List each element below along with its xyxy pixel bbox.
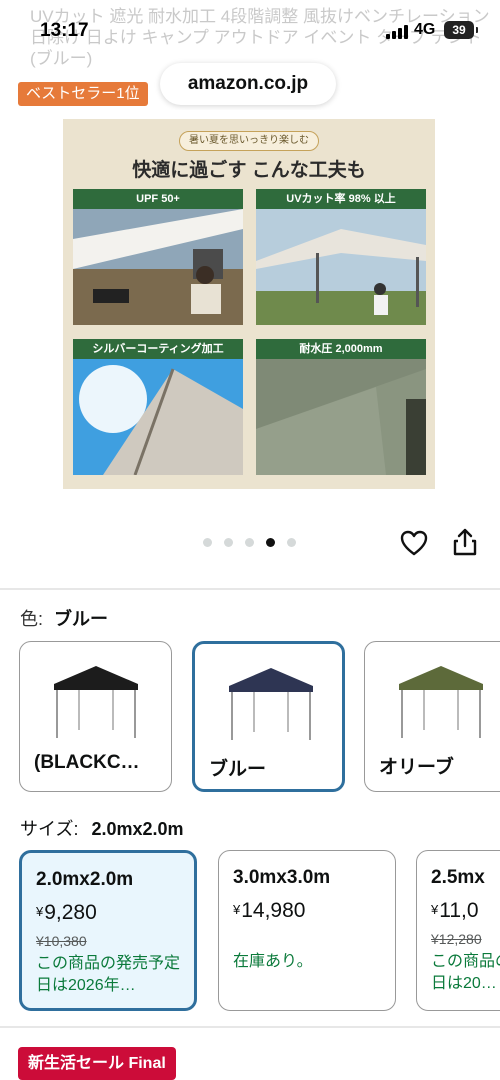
size-option-label: 3.0mx3.0m <box>233 867 331 888</box>
feature-panel-upf: UPF 50+ <box>73 189 243 325</box>
color-option-black[interactable]: (BLACKC… <box>19 641 172 792</box>
color-selection-label: 色: ブルー <box>20 605 108 631</box>
color-option-olive[interactable]: オリーブ <box>364 641 500 792</box>
product-image[interactable]: 暑い夏を思いっきり楽しむ 快適に過ごす こんな工夫も UPF 50+ UVカット… <box>63 119 435 489</box>
top-area: UVカット 遮光 耐水加工 4段階調整 風抜けベンチレーション 日除け 日よけ … <box>0 0 500 110</box>
price-value: 9,280 <box>44 901 97 924</box>
tent-thumbnail <box>229 668 313 740</box>
size-key: サイズ: <box>20 819 79 839</box>
size-option-availability: この商品の発売予定日は2026年… <box>36 955 181 994</box>
price-value: 11,0 <box>439 899 479 922</box>
size-option-label: 2.0mx2.0m <box>36 869 134 890</box>
feature-panel-uv: UVカット率 98% 以上 <box>256 189 426 325</box>
feature-panel-silver: シルバーコーティング加工 <box>73 339 243 475</box>
bestseller-badge[interactable]: ベストセラー1位 <box>18 82 148 106</box>
size-selection-label: サイズ: 2.0mx2.0m <box>20 815 184 841</box>
color-option-label: オリーブ <box>379 757 454 778</box>
carousel-dot[interactable] <box>224 538 233 547</box>
price-value: 14,980 <box>241 899 306 922</box>
size-option-price: ¥9,280 <box>36 901 97 925</box>
size-selected-value: 2.0mx2.0m <box>91 819 184 839</box>
size-option-old-price: ¥10,380 <box>36 933 87 949</box>
carousel-dot[interactable] <box>245 538 254 547</box>
tent-thumbnail <box>399 666 483 738</box>
size-option-old-price: ¥12,280 <box>431 931 482 947</box>
section-divider <box>0 588 500 590</box>
feature-label: シルバーコーティング加工 <box>73 339 243 359</box>
carousel-dot[interactable] <box>287 538 296 547</box>
color-option-blue[interactable]: ブルー <box>192 641 345 792</box>
color-key: 色: <box>20 609 44 629</box>
network-type: 4G <box>414 21 436 38</box>
color-option-label: ブルー <box>209 759 267 780</box>
carousel-dot-active[interactable] <box>266 538 275 547</box>
status-bar: 13:17 4G 39 <box>0 18 500 46</box>
battery-icon: 39 <box>444 21 478 39</box>
signal-icon <box>386 25 408 39</box>
currency-symbol: ¥ <box>431 902 439 917</box>
sun-canopy-photo <box>73 359 243 475</box>
status-time: 13:17 <box>40 20 89 41</box>
currency-symbol: ¥ <box>36 904 44 919</box>
feature-label: 耐水圧 2,000mm <box>256 339 426 359</box>
color-selected-value: ブルー <box>54 609 109 629</box>
sale-badge: 新生活セール Final <box>18 1047 176 1080</box>
size-option-2m[interactable]: 2.0mx2.0m ¥9,280 ¥10,380 この商品の発売予定日は2026… <box>19 850 197 1011</box>
carousel-dot[interactable] <box>203 538 212 547</box>
heart-icon[interactable] <box>400 530 428 556</box>
tent-thumbnail <box>54 666 138 738</box>
size-option-label: 2.5mx <box>431 867 485 888</box>
feature-label: UPF 50+ <box>73 189 243 209</box>
url-bar[interactable]: amazon.co.jp <box>160 63 336 105</box>
share-icon[interactable] <box>452 528 478 556</box>
canopy-photo <box>256 209 426 325</box>
size-option-availability: 在庫あり。 <box>233 953 313 970</box>
hero-headline: 快適に過ごす こんな工夫も <box>132 160 366 181</box>
section-divider <box>0 1026 500 1028</box>
currency-symbol: ¥ <box>233 902 241 917</box>
size-option-price: ¥14,980 <box>233 899 305 923</box>
hero-banner: 暑い夏を思いっきり楽しむ <box>179 131 319 151</box>
size-option-price: ¥11,0 <box>431 899 479 923</box>
tent-people-photo <box>73 209 243 325</box>
feature-panel-water: 耐水圧 2,000mm <box>256 339 426 475</box>
feature-label: UVカット率 98% 以上 <box>256 189 426 209</box>
size-option-3m[interactable]: 3.0mx3.0m ¥14,980 在庫あり。 <box>218 850 396 1011</box>
size-option-availability: この商品の発売予定日は20… <box>431 953 500 992</box>
waterproof-fabric-photo <box>256 359 426 475</box>
color-option-label: (BLACKC… <box>34 752 140 773</box>
size-option-2-5m[interactable]: 2.5mx ¥11,0 ¥12,280 この商品の発売予定日は20… <box>416 850 500 1011</box>
